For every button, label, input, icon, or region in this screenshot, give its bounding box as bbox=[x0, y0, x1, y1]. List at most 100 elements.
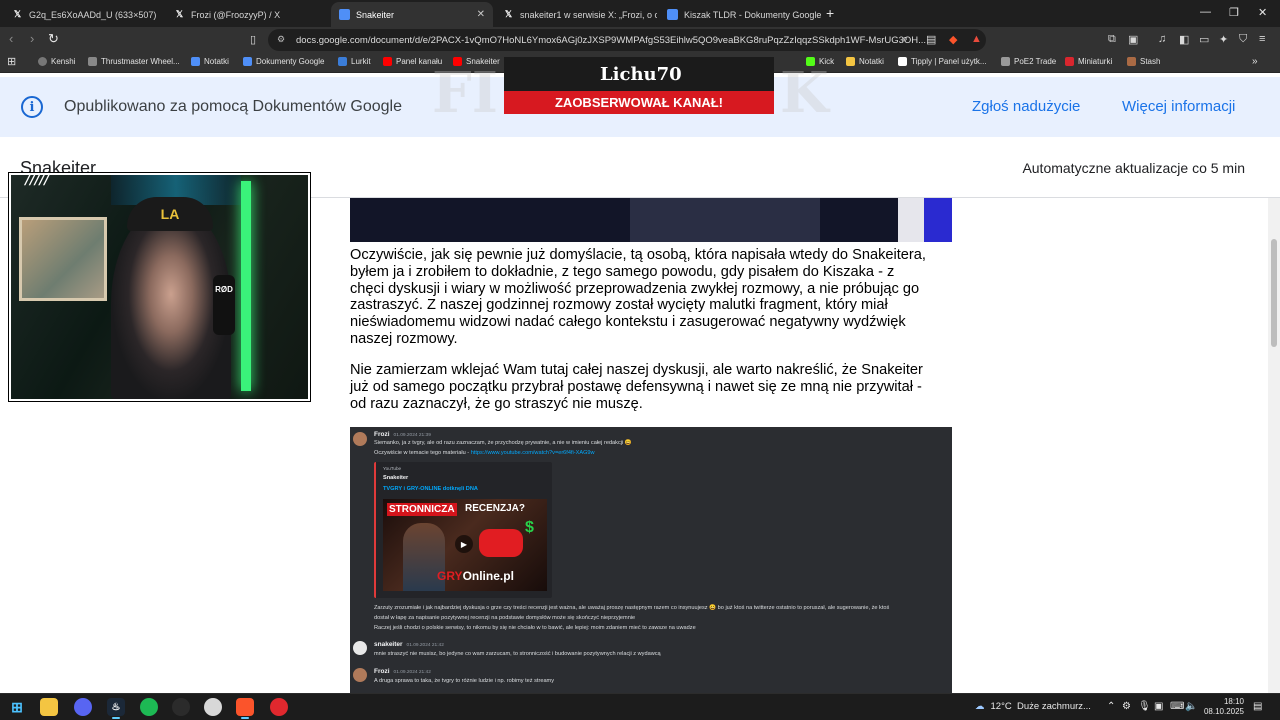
screenshot-icon[interactable]: ▣ bbox=[1128, 33, 1138, 46]
bookmark-thrustmaster[interactable]: Thrustmaster Wheel... bbox=[88, 57, 180, 66]
steam-icon[interactable]: ♨ bbox=[107, 698, 125, 719]
bookmark-label: Stash bbox=[1140, 57, 1161, 66]
reload-icon[interactable]: ↻ bbox=[48, 31, 59, 47]
bookmark-label: Dokumenty Google bbox=[256, 57, 325, 66]
new-tab-button[interactable]: + bbox=[826, 5, 834, 21]
microphone: RØD bbox=[213, 275, 235, 335]
neon-light bbox=[241, 181, 251, 391]
spotify-icon[interactable] bbox=[140, 698, 158, 716]
embed-title[interactable]: TVGRY i GRY-ONLINE dotknęli DNA bbox=[383, 486, 478, 492]
more-info-link[interactable]: Więcej informacji bbox=[1122, 98, 1235, 115]
notifications-icon[interactable]: ▤ bbox=[1253, 701, 1262, 712]
tray-app-icon[interactable]: ⚙ bbox=[1122, 701, 1131, 712]
video-thumbnail[interactable]: STRONNICZA RECENZJA? $ ▶ GRYOnline.pl bbox=[383, 499, 547, 591]
volume-icon[interactable]: 🔈 bbox=[1185, 701, 1197, 712]
lurkit-icon bbox=[338, 57, 347, 66]
brave-rewards-icon[interactable]: ▲ bbox=[971, 33, 982, 45]
app-icon[interactable] bbox=[204, 698, 222, 716]
docs-icon bbox=[667, 9, 678, 20]
poe-icon bbox=[1001, 57, 1010, 66]
sidebar-icon[interactable]: ◧ bbox=[1179, 33, 1189, 46]
stash-icon bbox=[1127, 57, 1136, 66]
clock-date: 08.10.2025 bbox=[1203, 707, 1244, 716]
restore-icon[interactable]: ❐ bbox=[1229, 6, 1239, 19]
more-bookmarks-icon[interactable]: » bbox=[1252, 56, 1258, 67]
message-header: Frozi 01.09.2024 21:42 bbox=[374, 668, 431, 675]
leo-icon[interactable]: ✦ bbox=[1219, 33, 1228, 46]
obs-icon[interactable] bbox=[172, 698, 190, 716]
message-text: Raczej jeśli chodzi o polskie serwisy, t… bbox=[374, 625, 696, 631]
back-icon[interactable]: ‹ bbox=[9, 31, 13, 46]
network-icon[interactable]: ⌨ bbox=[1170, 701, 1184, 712]
docs-icon bbox=[339, 9, 350, 20]
doc-paragraph: Oczywiście, jak się pewnie już domyślaci… bbox=[350, 247, 926, 347]
tray-app-icon[interactable]: ▣ bbox=[1154, 701, 1163, 712]
tab-image[interactable]: 𝕏 G2q_Es6XoAADd_U (633×507) bbox=[4, 2, 164, 27]
tab-frozi-x[interactable]: 𝕏 Frozi (@FroozyyP) / X bbox=[166, 2, 328, 27]
message-text: mnie straszyć nie musisz, bo jedyne co w… bbox=[374, 651, 661, 657]
close-window-icon[interactable]: ✕ bbox=[1258, 6, 1267, 19]
youtube-icon bbox=[383, 57, 392, 66]
microphone-icon[interactable]: 🎙 bbox=[1138, 701, 1151, 712]
tab-label: G2q_Es6XoAADd_U (633×507) bbox=[29, 9, 157, 20]
clock[interactable]: 18:10 08.10.2025 bbox=[1200, 697, 1244, 717]
bookmark-miniaturki[interactable]: Miniaturki bbox=[1065, 57, 1112, 66]
bookmark-lurkit[interactable]: Lurkit bbox=[338, 57, 371, 66]
doc-image-cropped bbox=[350, 198, 952, 242]
message-header: Frozi 01.09.2024 21:39 bbox=[374, 431, 431, 438]
bookmark-notatki-folder[interactable]: Notatki bbox=[846, 57, 884, 66]
bookmark-poe2[interactable]: PoE2 Trade bbox=[1001, 57, 1056, 66]
tab-snakeiter[interactable]: Snakeiter ✕ bbox=[331, 2, 493, 27]
reader-icon[interactable]: ▤ bbox=[926, 33, 936, 46]
brave-icon[interactable] bbox=[236, 698, 254, 719]
tray-chevron-icon[interactable]: ⌃ bbox=[1107, 701, 1115, 712]
site-info-icon[interactable]: ⚙ bbox=[277, 34, 285, 45]
username: Frozi bbox=[374, 668, 390, 675]
overlay-watermark: FI bbox=[432, 60, 498, 126]
image-region bbox=[630, 198, 820, 242]
youtube-link[interactable]: https://www.youtube.com/watch?v=er6f4fi-… bbox=[471, 450, 595, 456]
close-tab-icon[interactable]: ✕ bbox=[477, 9, 485, 20]
thumbnail-logo: GRYOnline.pl bbox=[437, 569, 514, 583]
page-scrollbar[interactable] bbox=[1268, 198, 1280, 693]
vpn-icon[interactable]: ⛉ bbox=[1239, 33, 1247, 46]
x-logo-icon: 𝕏 bbox=[504, 9, 513, 19]
windows-start-icon[interactable]: ⊞ bbox=[8, 698, 26, 716]
tab-label: Snakeiter bbox=[356, 9, 395, 20]
extensions-icon[interactable]: ⧉ bbox=[1108, 33, 1116, 46]
forward-icon[interactable]: › bbox=[30, 31, 34, 46]
menu-icon[interactable]: ≡ bbox=[1259, 33, 1265, 45]
discord-icon[interactable] bbox=[74, 698, 92, 716]
address-bar[interactable]: ⚙ docs.google.com/document/d/e/2PACX-1vQ… bbox=[268, 29, 986, 51]
embed-provider: YouTube bbox=[383, 466, 402, 471]
bookmark-kenshi[interactable]: Kenshi bbox=[38, 57, 75, 66]
link-embed: YouTube Snakeiter TVGRY i GRY-ONLINE dot… bbox=[374, 462, 552, 598]
bookmark-label: Kenshi bbox=[51, 57, 76, 66]
username: Frozi bbox=[374, 431, 390, 438]
wallet-icon[interactable]: ▭ bbox=[1199, 33, 1209, 46]
image-region bbox=[898, 198, 924, 242]
tab-kiszak-doc[interactable]: Kiszak TLDR - Dokumenty Google bbox=[659, 2, 821, 27]
streaming-app-icon[interactable] bbox=[270, 698, 288, 716]
play-icon[interactable]: ▶ bbox=[455, 535, 473, 553]
report-abuse-link[interactable]: Zgłoś nadużycie bbox=[972, 98, 1080, 115]
bookmark-stash[interactable]: Stash bbox=[1127, 57, 1160, 66]
wall-painting bbox=[19, 217, 107, 301]
follow-alert: Lichu70 ZAOBSERWOWAŁ KANAŁ! bbox=[504, 57, 774, 114]
bookmark-dokumenty[interactable]: Dokumenty Google bbox=[243, 57, 324, 66]
avatar bbox=[353, 641, 367, 655]
image-region bbox=[924, 198, 952, 242]
bookmark-tipply[interactable]: Tipply | Panel użytk... bbox=[898, 57, 987, 66]
media-icon[interactable]: ♫ bbox=[1158, 33, 1166, 45]
scrollbar-thumb[interactable] bbox=[1271, 239, 1277, 347]
apps-icon[interactable]: ⊞ bbox=[7, 55, 16, 68]
bookmark-notatki[interactable]: Notatki bbox=[191, 57, 229, 66]
weather-widget[interactable]: ☁ 12°C Duże zachmurz... bbox=[975, 701, 1091, 712]
minimize-icon[interactable]: — bbox=[1200, 6, 1211, 18]
zoom-icon[interactable]: ⌕ bbox=[902, 33, 908, 46]
file-explorer-icon[interactable] bbox=[40, 698, 58, 716]
bookmark-icon[interactable]: ▯ bbox=[250, 33, 256, 46]
tab-snakeiter-x[interactable]: 𝕏 snakeiter1 w serwisie X: „Frozi, o co … bbox=[495, 2, 657, 27]
brave-shields-icon[interactable]: ◆ bbox=[949, 33, 957, 46]
dollar-icon: $ bbox=[525, 519, 534, 536]
